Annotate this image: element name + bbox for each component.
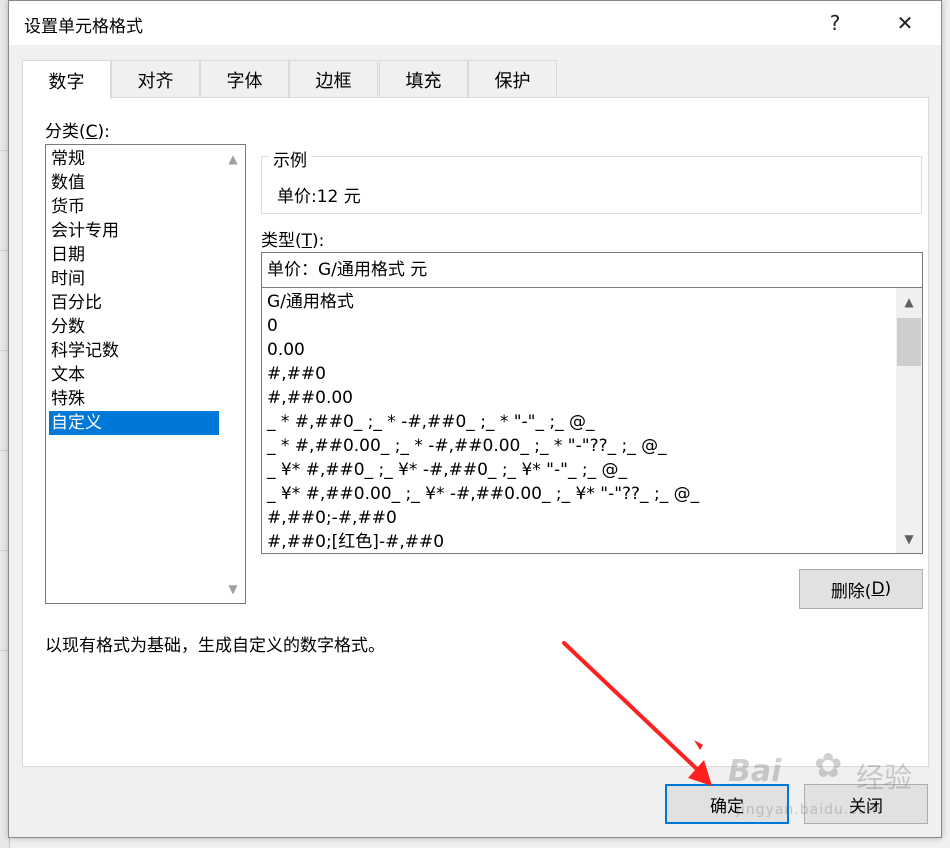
tab-fill[interactable]: 填充	[379, 60, 468, 98]
list-item[interactable]: G/通用格式	[267, 290, 354, 314]
category-label: 分类(C):	[45, 122, 110, 142]
list-item[interactable]: 文本	[49, 363, 219, 387]
list-item[interactable]: 科学记数	[49, 339, 219, 363]
category-list[interactable]: 常规 数值 货币 会计专用 日期 时间 百分比 分数 科学记数 文本 特殊 自定…	[45, 144, 246, 604]
list-item[interactable]: _ * #,##0.00_ ;_ * -#,##0.00_ ;_ * "-"??…	[267, 434, 667, 458]
list-item[interactable]: 会计专用	[49, 219, 219, 243]
type-input[interactable]: 单价：G/通用格式 元	[261, 252, 923, 288]
list-item[interactable]: 数值	[49, 171, 219, 195]
format-scrollbar[interactable]: ▲ ▼	[896, 288, 922, 553]
list-item[interactable]: #,##0;[红色]-#,##0	[267, 530, 444, 553]
tab-border[interactable]: 边框	[289, 60, 378, 98]
list-item[interactable]: 0.00	[267, 338, 305, 362]
tab-protection[interactable]: 保护	[468, 60, 557, 98]
list-item[interactable]: 日期	[49, 243, 219, 267]
list-item[interactable]: #,##0;-#,##0	[267, 506, 397, 530]
tab-font[interactable]: 字体	[200, 60, 289, 98]
list-item[interactable]: _ ¥* #,##0_ ;_ ¥* -#,##0_ ;_ ¥* "-"_ ;_ …	[267, 458, 627, 482]
list-item[interactable]: #,##0	[267, 362, 326, 386]
list-item[interactable]: 特殊	[49, 387, 219, 411]
chevron-down-icon[interactable]: ▼	[221, 577, 245, 601]
list-item[interactable]: #,##0.00	[267, 386, 353, 410]
category-scrollbar[interactable]: ▲ ▼	[221, 145, 245, 603]
close-window-button[interactable]: ✕	[885, 7, 925, 39]
list-item-selected[interactable]: 自定义	[49, 411, 219, 435]
dialog-title: 设置单元格格式	[24, 17, 143, 37]
list-item[interactable]: 货币	[49, 195, 219, 219]
list-item[interactable]: 0	[267, 314, 278, 338]
sample-value: 单价:12 元	[277, 187, 361, 207]
tab-number[interactable]: 数字	[22, 60, 111, 100]
list-item[interactable]: 分数	[49, 315, 219, 339]
chevron-up-icon[interactable]: ▲	[221, 147, 245, 171]
number-tab-panel: 分类(C): 常规 数值 货币 会计专用 日期 时间 百分比 分数 科学记数 文…	[22, 97, 929, 767]
list-item[interactable]: 时间	[49, 267, 219, 291]
format-cells-dialog: 设置单元格格式 ? ✕ 数字 对齐 字体 边框 填充 保护 分类(C): 常规 …	[8, 0, 942, 838]
list-item[interactable]: _ * #,##0_ ;_ * -#,##0_ ;_ * "-"_ ;_ @_	[267, 410, 595, 434]
description-text: 以现有格式为基础，生成自定义的数字格式。	[45, 636, 385, 656]
ok-button[interactable]: 确定	[665, 784, 789, 824]
close-button[interactable]: 关闭	[804, 784, 928, 824]
sample-legend: 示例	[269, 146, 311, 171]
list-item[interactable]: 常规	[49, 147, 219, 171]
delete-button[interactable]: 删除(D)	[799, 569, 923, 609]
tab-alignment[interactable]: 对齐	[111, 60, 200, 98]
chevron-up-icon[interactable]: ▲	[896, 290, 922, 314]
format-code-list[interactable]: G/通用格式 0 0.00 #,##0 #,##0.00 _ * #,##0_ …	[261, 287, 923, 554]
help-button[interactable]: ?	[815, 7, 855, 39]
close-icon: ✕	[896, 11, 914, 35]
scrollbar-thumb[interactable]	[897, 318, 921, 366]
list-item[interactable]: 百分比	[49, 291, 219, 315]
title-bar: 设置单元格格式 ? ✕	[9, 1, 941, 45]
type-label: 类型(T):	[261, 231, 325, 251]
list-item[interactable]: _ ¥* #,##0.00_ ;_ ¥* -#,##0.00_ ;_ ¥* "-…	[267, 482, 699, 506]
help-icon: ?	[829, 11, 841, 35]
chevron-down-icon[interactable]: ▼	[896, 527, 922, 551]
